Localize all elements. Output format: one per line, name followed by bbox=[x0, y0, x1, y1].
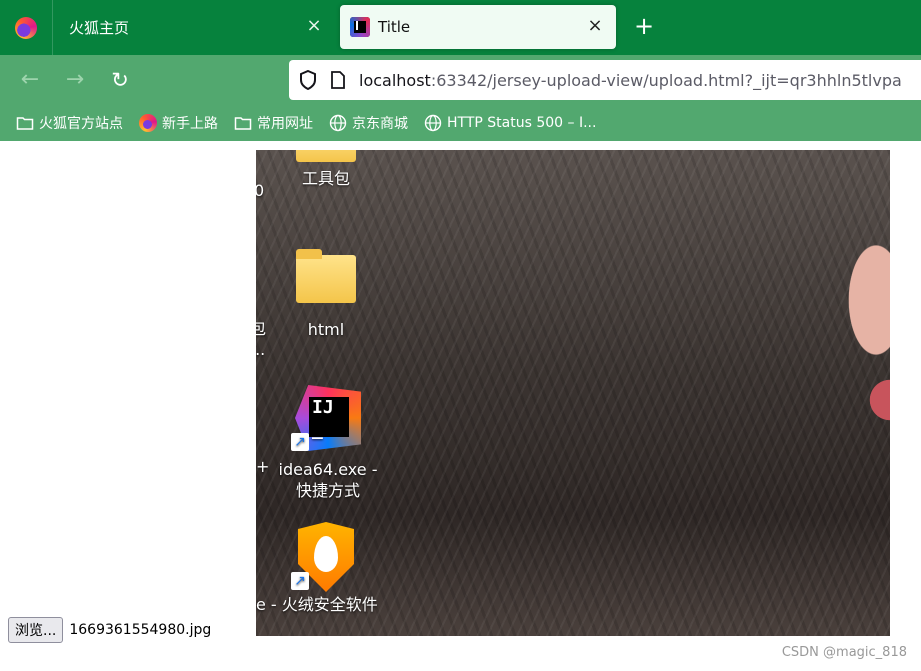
bookmark-item[interactable]: 常用网址 bbox=[234, 113, 313, 133]
bookmark-label: 新手上路 bbox=[162, 116, 218, 132]
shortcut-arrow-icon: ↗ bbox=[291, 572, 309, 590]
csdn-watermark: CSDN @magic_818 bbox=[781, 645, 907, 660]
close-tab-icon[interactable]: × bbox=[586, 17, 604, 35]
desktop-item-huorong: ↗ e - 火绒安全软件 bbox=[256, 522, 386, 615]
shield-icon[interactable] bbox=[299, 70, 317, 90]
desktop-item-label: e - 火绒安全软件 bbox=[256, 595, 378, 614]
desktop-item-toolbox: 工具包 bbox=[286, 150, 366, 189]
folder-icon bbox=[296, 150, 356, 162]
browse-button[interactable]: 浏览... bbox=[8, 617, 64, 643]
url-path: :63342/jersey-upload-view/upload.html?_i… bbox=[430, 70, 902, 90]
bookmark-item[interactable]: HTTP Status 500 – I... bbox=[424, 114, 596, 132]
folder-icon bbox=[16, 117, 34, 130]
reload-button[interactable]: ↻ bbox=[107, 67, 133, 93]
desktop-item-prefix-text: 包 bbox=[256, 319, 267, 338]
close-tab-icon[interactable]: × bbox=[305, 17, 323, 35]
bookmark-label: 火狐官方站点 bbox=[39, 116, 123, 132]
desktop-item-html: html bbox=[286, 249, 366, 340]
tab-firefox-home[interactable]: 火狐主页 × bbox=[53, 5, 335, 49]
firefox-menu-button[interactable] bbox=[0, 0, 52, 55]
desktop-item-label: 工具包 bbox=[301, 169, 350, 188]
bookmark-item[interactable]: 京东商城 bbox=[329, 113, 408, 133]
bookmark-label: HTTP Status 500 – I... bbox=[447, 115, 597, 131]
bookmark-label: 常用网址 bbox=[257, 116, 313, 132]
firefox-icon bbox=[139, 114, 157, 132]
bookmark-item[interactable]: 新手上路 bbox=[139, 113, 218, 133]
globe-icon bbox=[424, 114, 442, 132]
page-content: 工具包 0 html 包 ... IJ_ ↗ idea64.exe - 快捷方式… bbox=[0, 141, 921, 671]
tab-label: Title bbox=[378, 18, 411, 36]
forward-button[interactable]: → bbox=[62, 67, 88, 93]
shortcut-arrow-icon: ↗ bbox=[291, 433, 309, 451]
desktop-item-prefix: 0 bbox=[256, 181, 265, 200]
desktop-item-prefix: + bbox=[256, 457, 270, 476]
bookmarks-toolbar: 火狐官方站点 新手上路 常用网址 京东商城 HTTP Status 500 – … bbox=[0, 105, 921, 141]
folder-icon bbox=[234, 117, 252, 130]
tab-title[interactable]: Title × bbox=[340, 5, 616, 49]
tab-label: 火狐主页 bbox=[69, 18, 130, 37]
desktop-item-label: html bbox=[307, 320, 345, 339]
desktop-item-label: idea64.exe - bbox=[278, 460, 378, 479]
bookmark-item[interactable]: 火狐官方站点 bbox=[16, 113, 123, 133]
new-tab-button[interactable]: + bbox=[632, 14, 656, 38]
uploaded-image: 工具包 0 html 包 ... IJ_ ↗ idea64.exe - 快捷方式… bbox=[256, 150, 890, 636]
firefox-icon bbox=[15, 16, 37, 39]
desktop-item-idea: IJ _ ↗ idea64.exe - 快捷方式 bbox=[273, 385, 383, 501]
back-button[interactable]: ← bbox=[17, 67, 43, 93]
globe-icon bbox=[329, 114, 347, 132]
folder-icon bbox=[296, 249, 356, 303]
tab-strip: 火狐主页 × Title × + bbox=[0, 0, 921, 55]
bookmark-label: 京东商城 bbox=[352, 116, 408, 132]
navigation-toolbar: ← → ↻ localhost:63342/jersey-upload-view… bbox=[0, 55, 921, 105]
page-info-icon[interactable] bbox=[331, 71, 345, 89]
desktop-item-label: 快捷方式 bbox=[295, 481, 360, 500]
url-text[interactable]: localhost:63342/jersey-upload-view/uploa… bbox=[359, 71, 902, 90]
address-bar[interactable]: localhost:63342/jersey-upload-view/uploa… bbox=[289, 60, 921, 100]
selected-file-name: 1669361554980.jpg bbox=[69, 622, 212, 638]
desktop-item-prefix: 包 ... bbox=[256, 318, 266, 360]
url-host: localhost bbox=[359, 70, 431, 90]
file-input[interactable]: 浏览... 1669361554980.jpg bbox=[8, 617, 211, 643]
desktop-item-prefix-ellipsis: ... bbox=[256, 340, 266, 359]
intellij-icon bbox=[350, 17, 370, 37]
